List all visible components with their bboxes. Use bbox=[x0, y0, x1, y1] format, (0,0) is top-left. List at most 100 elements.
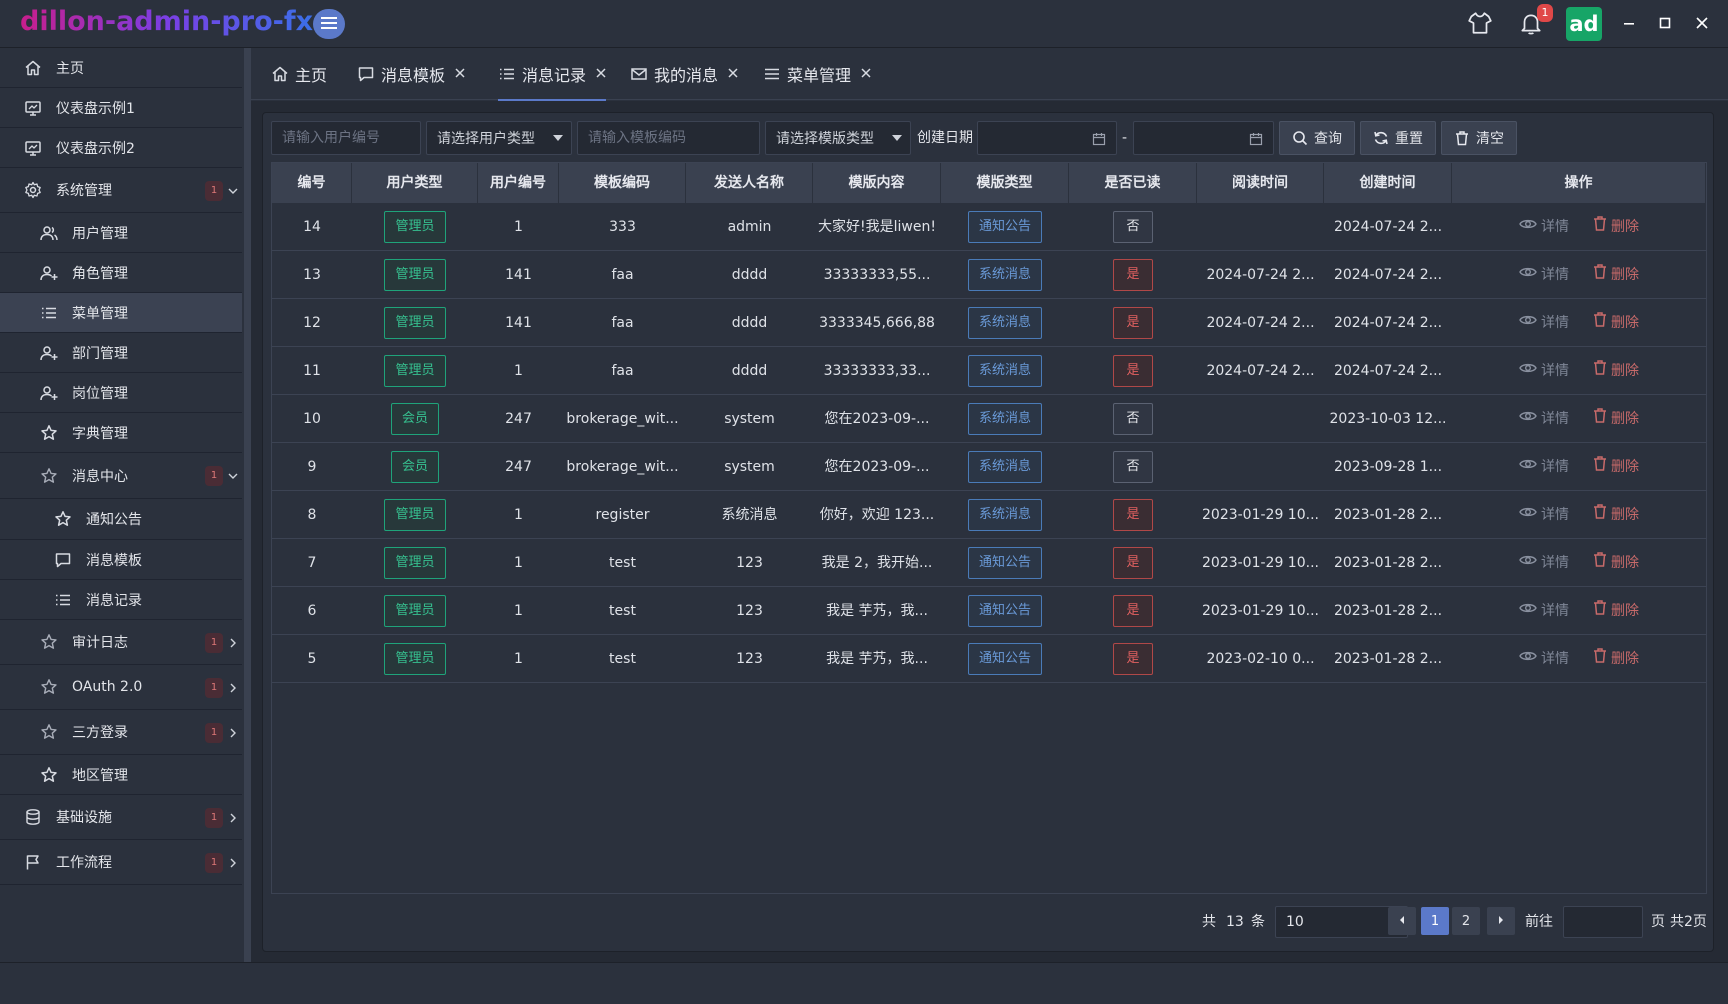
page-button-1[interactable]: 1 bbox=[1421, 907, 1449, 935]
sidebar-item-9[interactable]: 岗位管理 bbox=[0, 373, 242, 413]
detail-button[interactable]: 详情 bbox=[1519, 539, 1569, 587]
sidebar-item-10[interactable]: 字典管理 bbox=[0, 413, 242, 453]
sidebar-item-6[interactable]: 角色管理 bbox=[0, 253, 242, 293]
detail-button[interactable]: 详情 bbox=[1519, 635, 1569, 683]
tab-2[interactable]: 消息模板 bbox=[357, 48, 465, 100]
delete-button[interactable]: 删除 bbox=[1593, 587, 1639, 635]
sidebar-item-11[interactable]: 消息中心 1 bbox=[0, 453, 242, 499]
detail-button[interactable]: 详情 bbox=[1519, 395, 1569, 443]
sidebar-item-label: 消息记录 bbox=[86, 592, 142, 609]
user-id-input-box[interactable] bbox=[271, 121, 421, 155]
delete-button[interactable]: 删除 bbox=[1593, 491, 1639, 539]
template-code-input[interactable] bbox=[588, 130, 759, 146]
tab-close-icon[interactable] bbox=[596, 66, 606, 82]
user-id-input[interactable] bbox=[282, 130, 420, 146]
table-row[interactable]: 11 管理员 1 faa dddd 33333333,33... 系统消息 是 2024-07-… bbox=[272, 347, 1706, 395]
tab-close-icon[interactable] bbox=[861, 66, 871, 82]
delete-button[interactable]: 删除 bbox=[1593, 347, 1639, 395]
detail-button[interactable]: 详情 bbox=[1519, 299, 1569, 347]
sidebar-scrollbar[interactable] bbox=[244, 48, 251, 962]
end-date-picker[interactable] bbox=[1133, 121, 1274, 155]
table-row[interactable]: 12 管理员 141 faa dddd 3333345,666,88 系统消息 是 2024-0… bbox=[272, 299, 1706, 347]
detail-button[interactable]: 详情 bbox=[1519, 587, 1569, 635]
tab-1[interactable]: 主页 bbox=[271, 48, 327, 100]
tab-4[interactable]: 我的消息 bbox=[630, 48, 738, 100]
sidebar-item-7[interactable]: 菜单管理 bbox=[0, 293, 242, 333]
tab-5[interactable]: 菜单管理 bbox=[763, 48, 871, 100]
delete-button[interactable]: 删除 bbox=[1593, 539, 1639, 587]
start-date-picker[interactable] bbox=[977, 121, 1117, 155]
tab-3[interactable]: 消息记录 bbox=[498, 48, 607, 101]
detail-button[interactable]: 详情 bbox=[1519, 491, 1569, 539]
reset-button[interactable]: 重置 bbox=[1360, 121, 1436, 155]
column-header[interactable]: 编号 bbox=[272, 163, 352, 203]
table-row[interactable]: 10 会员 247 brokerage_wit... system 您在2023-09-.… bbox=[272, 395, 1706, 443]
sidebar-item-15[interactable]: 审计日志 1 bbox=[0, 620, 242, 665]
sidebar-item-19[interactable]: 基础设施 1 bbox=[0, 795, 242, 840]
goto-page-input[interactable] bbox=[1563, 906, 1643, 938]
menu-toggle-button[interactable] bbox=[313, 9, 345, 39]
column-header[interactable]: 发送人名称 bbox=[686, 163, 813, 203]
sidebar-item-1[interactable]: 主页 bbox=[0, 48, 242, 88]
sidebar-item-8[interactable]: 部门管理 bbox=[0, 333, 242, 373]
prev-page-button[interactable] bbox=[1388, 907, 1416, 935]
sidebar-item-13[interactable]: 消息模板 bbox=[0, 540, 242, 580]
column-header[interactable]: 是否已读 bbox=[1069, 163, 1197, 203]
column-header[interactable]: 模版内容 bbox=[813, 163, 941, 203]
column-header[interactable]: 操作 bbox=[1452, 163, 1706, 203]
clear-button[interactable]: 清空 bbox=[1441, 121, 1517, 155]
template-code-input-box[interactable] bbox=[577, 121, 760, 155]
detail-button[interactable]: 详情 bbox=[1519, 443, 1569, 491]
detail-button[interactable]: 详情 bbox=[1519, 251, 1569, 299]
sidebar-item-5[interactable]: 用户管理 bbox=[0, 213, 242, 253]
user-type-tag: 会员 bbox=[390, 451, 439, 483]
sidebar-item-2[interactable]: 仪表盘示例1 bbox=[0, 88, 242, 128]
column-header[interactable]: 阅读时间 bbox=[1197, 163, 1324, 203]
table-row[interactable]: 7 管理员 1 test 123 我是 2，我开始... 通知公告 是 2023-01-29 1… bbox=[272, 539, 1706, 587]
query-button[interactable]: 查询 bbox=[1279, 121, 1355, 155]
sidebar-item-14[interactable]: 消息记录 bbox=[0, 580, 242, 620]
user-type-select[interactable]: 请选择用户类型 bbox=[426, 121, 572, 155]
status-bar bbox=[0, 962, 1728, 1004]
delete-button[interactable]: 删除 bbox=[1593, 443, 1639, 491]
column-header[interactable]: 模板编码 bbox=[559, 163, 686, 203]
sidebar-item-18[interactable]: 地区管理 bbox=[0, 755, 242, 795]
table-row[interactable]: 13 管理员 141 faa dddd 33333333,55... 系统消息 是 2024-0… bbox=[272, 251, 1706, 299]
table-row[interactable]: 8 管理员 1 register 系统消息 你好，欢迎 123... 系统消息 是 2023-0… bbox=[272, 491, 1706, 539]
table-row[interactable]: 14 管理员 1 333 admin 大家好!我是liwen! 通知公告 否 2024-07-2… bbox=[272, 203, 1706, 251]
delete-button[interactable]: 删除 bbox=[1593, 635, 1639, 683]
table-row[interactable]: 5 管理员 1 test 123 我是 芋艿，我... 通知公告 是 2023-02-10 0.… bbox=[272, 635, 1706, 683]
page-button-2[interactable]: 2 bbox=[1452, 907, 1480, 935]
delete-button[interactable]: 删除 bbox=[1593, 299, 1639, 347]
column-header[interactable]: 用户类型 bbox=[352, 163, 478, 203]
cell-user-id: 1 bbox=[514, 555, 523, 571]
tab-close-icon[interactable] bbox=[728, 66, 738, 82]
next-page-button[interactable] bbox=[1487, 907, 1515, 935]
detail-button[interactable]: 详情 bbox=[1519, 347, 1569, 395]
column-header[interactable]: 创建时间 bbox=[1324, 163, 1452, 203]
sidebar-item-12[interactable]: 通知公告 bbox=[0, 499, 242, 540]
column-header[interactable]: 用户编号 bbox=[478, 163, 559, 203]
sidebar-item-20[interactable]: 工作流程 1 bbox=[0, 840, 242, 885]
maximize-button[interactable] bbox=[1654, 12, 1676, 34]
sidebar-item-16[interactable]: OAuth 2.0 1 bbox=[0, 665, 242, 710]
column-header[interactable]: 模版类型 bbox=[941, 163, 1069, 203]
detail-button[interactable]: 详情 bbox=[1519, 203, 1569, 251]
tab-close-icon[interactable] bbox=[455, 66, 465, 82]
theme-shirt-button[interactable] bbox=[1465, 10, 1495, 40]
detail-label: 详情 bbox=[1541, 267, 1569, 283]
sidebar-item-17[interactable]: 三方登录 1 bbox=[0, 710, 242, 755]
delete-button[interactable]: 删除 bbox=[1593, 203, 1639, 251]
delete-button[interactable]: 删除 bbox=[1593, 251, 1639, 299]
minimize-button[interactable] bbox=[1618, 12, 1640, 34]
template-type-select[interactable]: 请选择模版类型 bbox=[765, 121, 911, 155]
cell-read-time: 2023-02-10 0... bbox=[1206, 651, 1315, 667]
message-icon bbox=[52, 549, 74, 571]
delete-button[interactable]: 删除 bbox=[1593, 395, 1639, 443]
sidebar-item-4[interactable]: 系统管理 1 bbox=[0, 168, 242, 213]
table-row[interactable]: 9 会员 247 brokerage_wit... system 您在2023-09-..… bbox=[272, 443, 1706, 491]
sidebar-item-3[interactable]: 仪表盘示例2 bbox=[0, 128, 242, 168]
table-row[interactable]: 6 管理员 1 test 123 我是 芋艿，我... 通知公告 是 2023-01-29 10… bbox=[272, 587, 1706, 635]
avatar[interactable]: ad bbox=[1566, 7, 1602, 41]
close-window-button[interactable] bbox=[1691, 12, 1713, 34]
